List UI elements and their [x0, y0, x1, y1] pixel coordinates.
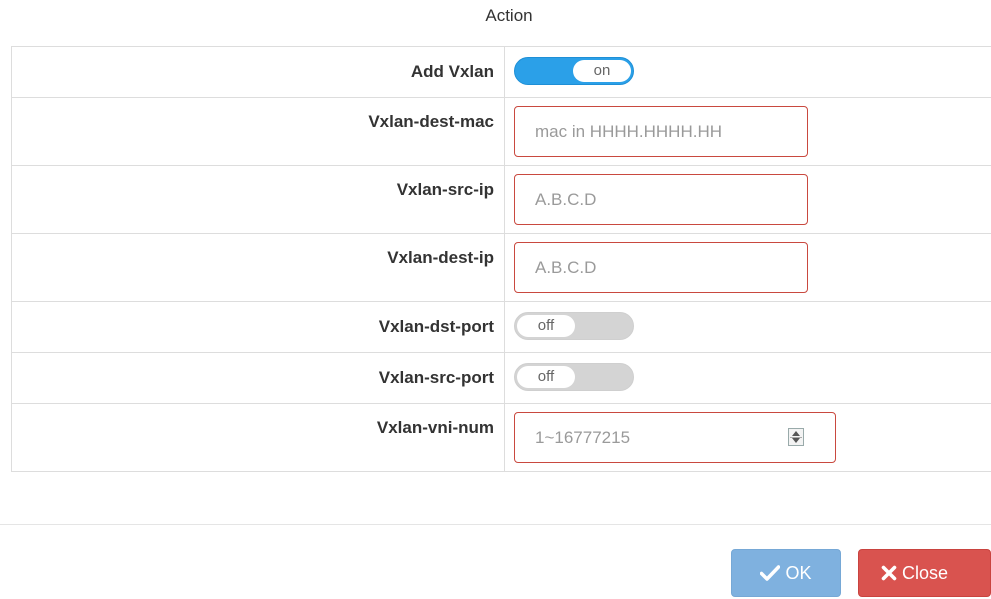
- add-vxlan-toggle[interactable]: on: [514, 57, 634, 85]
- dest-mac-input[interactable]: [514, 106, 808, 157]
- dst-port-label: Vxlan-dst-port: [11, 301, 505, 353]
- dst-port-toggle[interactable]: off: [514, 312, 634, 340]
- footer-divider: [0, 524, 991, 525]
- add-vxlan-label: Add Vxlan: [11, 46, 505, 98]
- spinner-down-icon[interactable]: [792, 438, 800, 443]
- toggle-state-text: off: [517, 315, 575, 337]
- toggle-state-text: on: [573, 60, 631, 82]
- row-dst-port: Vxlan-dst-port off: [11, 301, 991, 353]
- vni-num-label: Vxlan-vni-num: [11, 403, 505, 472]
- vni-num-field: [514, 412, 836, 463]
- ok-button[interactable]: OK: [731, 549, 841, 597]
- src-port-toggle[interactable]: off: [514, 363, 634, 391]
- row-dest-ip: Vxlan-dest-ip: [11, 233, 991, 302]
- row-dest-mac: Vxlan-dest-mac: [11, 97, 991, 166]
- dialog-title: Action: [485, 6, 533, 25]
- close-button[interactable]: Close: [858, 549, 991, 597]
- toggle-state-text: off: [517, 366, 575, 388]
- close-label: Close: [902, 562, 949, 583]
- src-ip-label: Vxlan-src-ip: [11, 165, 505, 234]
- vxlan-action-form: Add Vxlan on Vxlan-dest-mac Vxlan-src-ip…: [11, 46, 991, 472]
- ok-label: OK: [785, 562, 812, 583]
- row-src-ip: Vxlan-src-ip: [11, 165, 991, 234]
- check-icon: [760, 565, 781, 581]
- close-icon: [881, 565, 897, 581]
- dest-ip-label: Vxlan-dest-ip: [11, 233, 505, 302]
- spinner-up-icon[interactable]: [792, 431, 800, 436]
- number-spinner[interactable]: [788, 428, 804, 446]
- src-port-label: Vxlan-src-port: [11, 352, 505, 404]
- dest-mac-label: Vxlan-dest-mac: [11, 97, 505, 166]
- row-add-vxlan: Add Vxlan on: [11, 46, 991, 98]
- vni-num-input[interactable]: [515, 413, 805, 462]
- src-ip-input[interactable]: [514, 174, 808, 225]
- row-src-port: Vxlan-src-port off: [11, 352, 991, 404]
- dest-ip-input[interactable]: [514, 242, 808, 293]
- row-vni-num: Vxlan-vni-num: [11, 403, 991, 472]
